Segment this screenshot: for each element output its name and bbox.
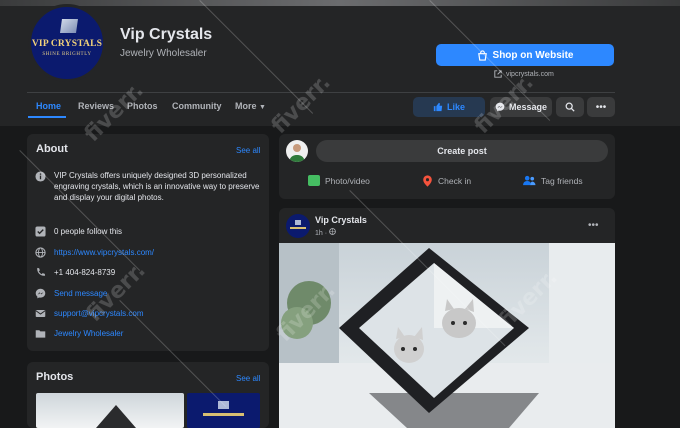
user-photo-icon [289,144,305,162]
search-icon [565,102,575,112]
tag-friends-label: Tag friends [541,175,583,186]
user-avatar[interactable] [286,140,308,162]
photo-video-button[interactable]: Photo/video [308,175,370,186]
like-button-label: Like [446,102,465,112]
page-category: Jewelry Wholesaler [120,48,207,59]
about-see-all-link[interactable]: See all [236,146,260,155]
category-link[interactable]: Jewelry Wholesaler [54,329,123,338]
post-author-avatar[interactable] [286,214,310,238]
ellipsis-icon: ••• [588,220,599,231]
page-title[interactable]: Vip Crystals [120,26,212,44]
phone-number[interactable]: +1 404-824-8739 [54,268,115,277]
logo-tagline: SHINE BRIGHTLY [42,52,92,57]
check-in-button[interactable]: Check in [422,175,471,187]
post-image[interactable] [279,243,615,428]
photos-title: Photos [36,371,74,383]
crystal-thumb-icon [96,405,136,428]
ellipsis-icon: ••• [595,101,607,113]
tag-friends-button[interactable]: Tag friends [523,175,583,186]
about-title: About [36,143,68,155]
about-description: VIP Crystals offers uniquely designed 3D… [54,171,260,202]
photo-thumbnail[interactable] [36,393,184,428]
followers-check-icon [34,225,46,237]
crystal-cats-photo [279,243,615,428]
phone-icon [34,266,46,278]
shop-on-website-button[interactable]: Shop on Website [436,44,614,66]
thumbs-up-icon [433,102,443,112]
email-icon [34,307,46,319]
location-pin-icon [423,175,432,187]
logo-thumb-icon [203,401,244,416]
messenger-small-icon [34,287,46,299]
tab-more-label: More [235,101,257,111]
globe-audience-icon [329,228,336,235]
more-options-button[interactable]: ••• [587,97,615,117]
crystal-logo-icon [290,220,306,229]
page-avatar[interactable]: VIP CRYSTALS SHINE BRIGHTLY [28,4,106,82]
category-row[interactable]: Jewelry Wholesaler [34,327,123,339]
post-timestamp[interactable]: 1h · [315,228,336,237]
active-tab-indicator [28,116,66,118]
post-author-name[interactable]: Vip Crystals [315,215,367,225]
post-more-options[interactable]: ••• [588,220,599,231]
globe-icon [34,246,46,258]
photo-thumbnail[interactable] [187,393,260,428]
chevron-down-icon: ▼ [259,104,266,111]
followers-row: 0 people follow this [34,225,122,237]
category-folder-icon [34,327,46,339]
followers-count: 0 people follow this [54,226,123,236]
photo-icon [308,175,320,186]
photos-see-all-link[interactable]: See all [236,374,260,383]
tab-home[interactable]: Home [36,101,61,111]
tab-more[interactable]: More ▼ [235,101,266,111]
shop-button-label: Shop on Website [492,49,574,61]
phone-row[interactable]: +1 404-824-8739 [34,266,115,278]
check-in-label: Check in [438,176,472,186]
photo-video-label: Photo/video [325,175,370,186]
tab-community[interactable]: Community [172,101,222,111]
website-row[interactable]: https://www.vipcrystals.com/ [34,246,154,258]
logo-brand: VIP CRYSTALS [31,39,103,49]
like-button[interactable]: Like [413,97,485,117]
post-time-label: 1h · [315,230,328,237]
website-url[interactable]: https://www.vipcrystals.com/ [54,248,154,257]
crystal-icon [60,19,78,33]
tag-friends-icon [523,175,536,186]
search-button[interactable] [556,97,584,117]
create-post-input[interactable]: Create post [316,140,608,162]
